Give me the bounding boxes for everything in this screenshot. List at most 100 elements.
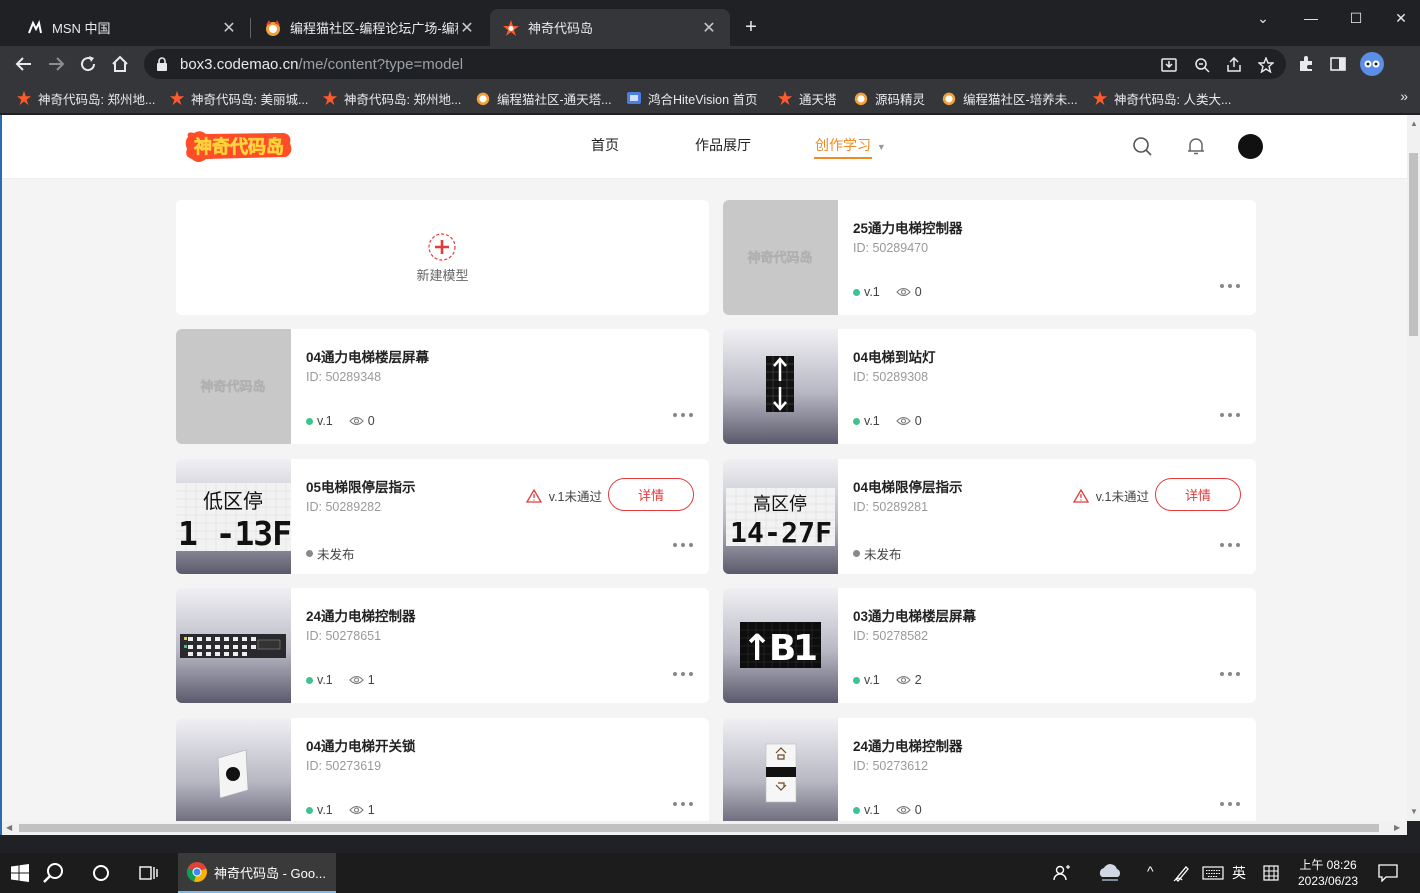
nav-home[interactable]: 首页	[591, 135, 619, 155]
maximize-button[interactable]: ☐	[1333, 6, 1379, 30]
thumb-text: ↑B1	[742, 628, 818, 669]
model-meta: v.1 1	[306, 803, 375, 817]
more-options-icon[interactable]	[673, 543, 693, 549]
view-count-value: 0	[914, 285, 922, 299]
horizontal-scrollbar[interactable]: ◀ ▶	[2, 821, 1407, 835]
close-icon[interactable]: ✕	[220, 18, 238, 38]
taskbar-app-chrome[interactable]: 神奇代码岛 - Goo...	[178, 853, 336, 893]
model-meta: v.1 0	[306, 414, 375, 428]
side-panel-icon[interactable]	[1328, 54, 1348, 74]
windows-start-icon[interactable]	[8, 861, 32, 885]
nav-gallery[interactable]: 作品展厅	[695, 135, 751, 155]
details-button[interactable]: 详情	[1155, 478, 1241, 511]
model-card[interactable]: 高区停 14-27F 04电梯限停层指示 ID: 50289281 v.1未通过…	[723, 459, 1256, 574]
lock-icon[interactable]	[156, 57, 170, 71]
search-icon[interactable]	[1131, 135, 1153, 157]
bookmark-item[interactable]: 编程猫社区-通天塔...	[475, 88, 612, 108]
more-options-icon[interactable]	[1220, 802, 1240, 808]
model-id: ID: 50289470	[853, 241, 929, 255]
eye-icon	[348, 416, 364, 426]
site-logo[interactable]: 神奇代码岛	[184, 129, 294, 165]
eye-icon	[895, 805, 911, 815]
bookmark-item[interactable]: 编程猫社区-培养未...	[941, 88, 1078, 108]
bookmark-item[interactable]: 神奇代码岛: 郑州地...	[16, 88, 155, 108]
bookmark-item[interactable]: 鸿合HiteVision 首页	[626, 88, 758, 108]
ime-language-indicator[interactable]: 英	[1232, 863, 1246, 883]
model-card[interactable]: 神奇代码岛 25通力电梯控制器 ID: 50289470 v.1 0	[723, 200, 1256, 315]
tab-title: 神奇代码岛	[528, 21, 594, 36]
tray-overflow-icon[interactable]: ^	[1147, 863, 1154, 879]
weather-cloud-icon[interactable]	[1096, 861, 1124, 885]
more-options-icon[interactable]	[1220, 672, 1240, 678]
close-icon[interactable]: ✕	[458, 18, 476, 38]
system-clock[interactable]: 上午 08:26 2023/06/23	[1292, 857, 1364, 889]
back-icon[interactable]	[10, 50, 38, 78]
profile-avatar[interactable]	[1360, 52, 1384, 76]
bookmark-item[interactable]: 神奇代码岛: 美丽城...	[169, 88, 308, 108]
more-options-icon[interactable]	[1220, 284, 1240, 290]
tab-msn[interactable]: MSN 中国 ✕	[14, 9, 250, 46]
details-button[interactable]: 详情	[608, 478, 694, 511]
model-card[interactable]: 04通力电梯开关锁 ID: 50273619 v.1 1	[176, 718, 709, 821]
new-model-card[interactable]: 新建模型	[176, 200, 709, 315]
new-tab-button[interactable]: +	[740, 16, 762, 38]
scrollbar-thumb[interactable]	[19, 824, 1379, 832]
task-view-icon[interactable]	[137, 861, 161, 885]
model-id: ID: 50273619	[306, 759, 382, 773]
nav-create-learn[interactable]: 创作学习 ▼	[815, 135, 886, 155]
model-card[interactable]: 神奇代码岛 04通力电梯楼层屏幕 ID: 50289348 v.1 0	[176, 329, 709, 444]
share-icon[interactable]	[1225, 56, 1243, 74]
tab-codemao-community[interactable]: 编程猫社区-编程论坛广场-编程学 ✕	[252, 9, 488, 46]
scroll-up-icon[interactable]: ▲	[1410, 119, 1418, 128]
pen-icon[interactable]	[1170, 861, 1194, 885]
keyboard-icon[interactable]	[1201, 861, 1225, 885]
bookmark-item[interactable]: 通天塔	[777, 88, 837, 108]
more-options-icon[interactable]	[673, 802, 693, 808]
bookmark-item[interactable]: 神奇代码岛: 人类大...	[1092, 88, 1231, 108]
tab-search-button[interactable]: ⌄	[1240, 6, 1286, 30]
model-version: v.1	[864, 414, 880, 428]
home-icon[interactable]	[106, 50, 134, 78]
scrollbar-thumb[interactable]	[1409, 153, 1418, 336]
extensions-icon[interactable]	[1296, 54, 1316, 74]
clock-date: 2023/06/23	[1297, 874, 1359, 888]
notification-icon[interactable]	[1376, 861, 1400, 885]
model-card[interactable]: 04电梯到站灯 ID: 50289308 v.1 0	[723, 329, 1256, 444]
model-card[interactable]: 低区停 1 -13F 05电梯限停层指示 ID: 50289282 v.1未通过…	[176, 459, 709, 574]
user-avatar[interactable]	[1238, 134, 1263, 159]
cortana-icon[interactable]	[89, 861, 113, 885]
install-app-icon[interactable]	[1160, 56, 1178, 74]
close-window-button[interactable]: ✕	[1378, 6, 1420, 30]
browser-toolbar: box3.codemao.cn/me/content?type=model	[0, 46, 1420, 82]
reload-icon[interactable]	[74, 50, 102, 78]
model-card[interactable]: 24通力电梯控制器 ID: 50278651 v.1 1	[176, 588, 709, 703]
bookmark-item[interactable]: 神奇代码岛: 郑州地...	[322, 88, 461, 108]
close-icon[interactable]: ✕	[700, 18, 718, 38]
model-card[interactable]: 24通力电梯控制器 ID: 50273612 v.1 0	[723, 718, 1256, 821]
more-options-icon[interactable]	[1220, 543, 1240, 549]
search-icon[interactable]	[42, 861, 66, 885]
zoom-icon[interactable]	[1193, 56, 1211, 74]
bookmarks-overflow-button[interactable]: »	[1400, 88, 1408, 104]
vertical-scrollbar[interactable]: ▲ ▼	[1407, 115, 1420, 821]
bookmark-star-icon[interactable]	[1257, 56, 1275, 74]
ime-grid-icon[interactable]	[1259, 861, 1283, 885]
eye-icon	[348, 675, 364, 685]
model-card[interactable]: ↑B1 03通力电梯楼层屏幕 ID: 50278582 v.1 2	[723, 588, 1256, 703]
scroll-down-icon[interactable]: ▼	[1410, 807, 1418, 816]
more-options-icon[interactable]	[673, 413, 693, 419]
people-icon[interactable]	[1050, 861, 1074, 885]
address-bar[interactable]: box3.codemao.cn/me/content?type=model	[144, 49, 1286, 79]
tab-shenqi-daimadao[interactable]: 神奇代码岛 ✕	[490, 9, 730, 46]
bell-icon[interactable]	[1185, 135, 1207, 157]
model-name: 03通力电梯楼层屏幕	[853, 609, 977, 624]
minimize-button[interactable]: —	[1288, 6, 1334, 30]
scroll-right-icon[interactable]: ▶	[1394, 823, 1400, 832]
bookmark-item[interactable]: 源码精灵	[853, 88, 925, 108]
scroll-left-icon[interactable]: ◀	[6, 823, 12, 832]
warning-icon	[525, 488, 542, 503]
logo-text: 神奇代码岛	[194, 136, 284, 158]
more-options-icon[interactable]	[1220, 413, 1240, 419]
forward-icon[interactable]	[42, 50, 70, 78]
more-options-icon[interactable]	[673, 672, 693, 678]
